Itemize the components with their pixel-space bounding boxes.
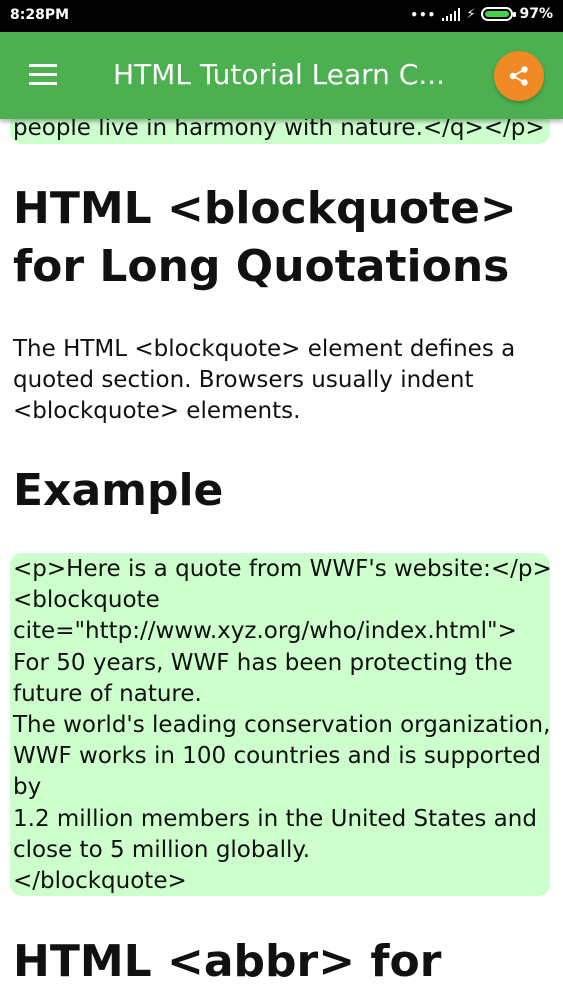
code-line: 1.2 million members in the United States…: [13, 805, 537, 832]
code-block-example: <p>Here is a quote from WWF's website:</…: [10, 553, 552, 896]
hamburger-menu-icon[interactable]: [26, 62, 60, 88]
code-line: cite="http://www.xyz.org/who/index.html"…: [13, 618, 517, 645]
heading-example: Example: [13, 465, 224, 516]
code-line: WWF works in 100 countries and is suppor…: [13, 743, 541, 770]
heading-blockquote: HTML <blockquote> for Long Quotations: [13, 183, 517, 292]
code-line: by: [13, 774, 42, 801]
tutorial-content[interactable]: people live in harmony with nature.</q><…: [0, 0, 563, 1000]
code-line: For 50 years, WWF has been protecting th…: [13, 649, 513, 676]
share-button[interactable]: [494, 51, 544, 101]
code-line: The world's leading conservation organiz…: [13, 712, 551, 739]
heading-abbr: HTML <abbr> for: [13, 936, 442, 987]
code-line: close to 5 million globally.: [13, 836, 311, 863]
code-line: <p>Here is a quote from WWF's website:</…: [13, 556, 552, 582]
app-title: HTML Tutorial Learn C...: [113, 58, 446, 91]
share-icon: [509, 66, 528, 86]
paragraph-blockquote-description: The HTML <blockquote> element defines a …: [13, 336, 516, 424]
code-line: <blockquote: [13, 587, 160, 614]
code-line: </blockquote>: [13, 868, 187, 895]
app-toolbar: HTML Tutorial Learn C...: [0, 32, 563, 119]
code-line: future of nature.: [13, 680, 202, 707]
